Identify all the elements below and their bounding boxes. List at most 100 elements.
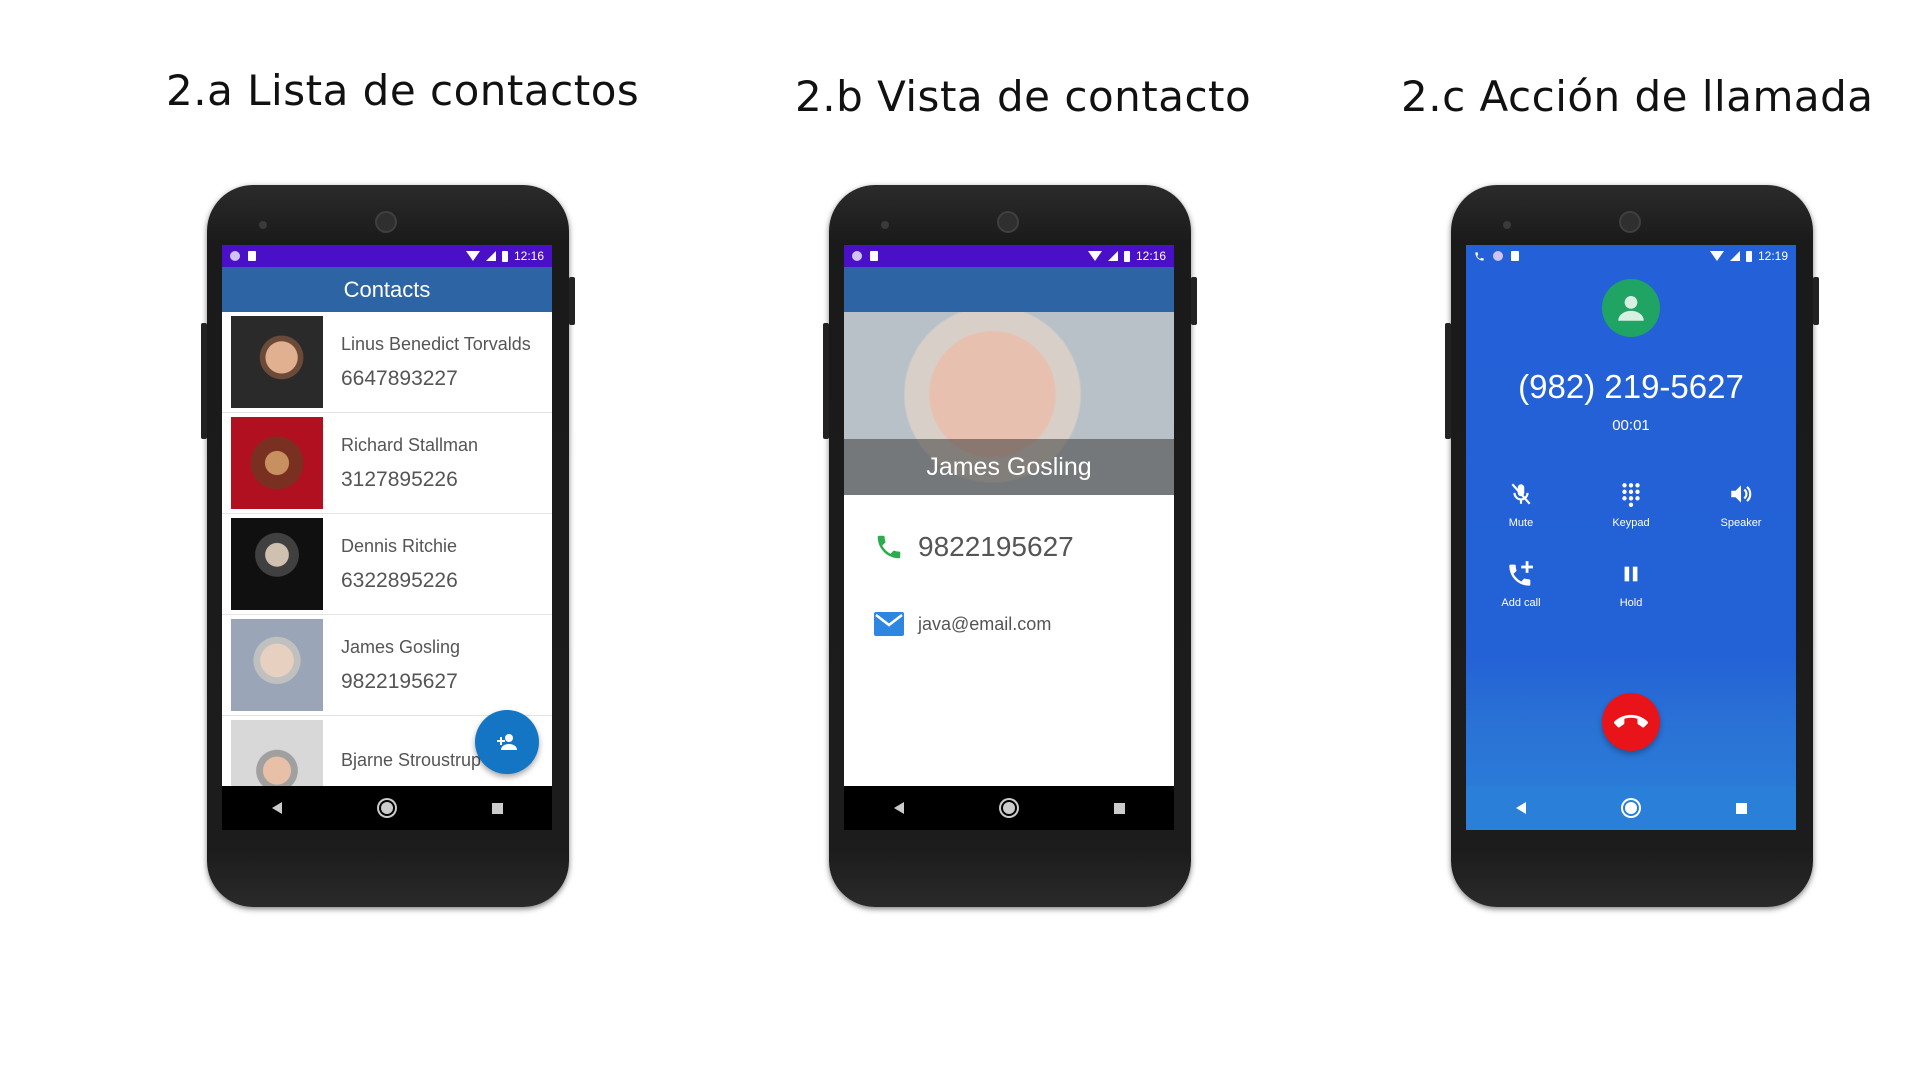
status-time: 12:16 xyxy=(1135,249,1166,263)
add-call-icon xyxy=(1481,555,1561,593)
add-person-icon xyxy=(497,734,517,750)
contact-row[interactable]: Linus Benedict Torvalds 6647893227 xyxy=(222,312,552,413)
screen-contact-view: 12:16 James Gosling 9822195627 java@emai… xyxy=(844,245,1174,830)
phone-icon xyxy=(874,532,904,562)
back-icon[interactable] xyxy=(1515,802,1526,814)
phone-contact-view: 12:16 James Gosling 9822195627 java@emai… xyxy=(823,185,1197,907)
notification-dot-icon xyxy=(1493,251,1503,261)
signal-icon xyxy=(485,251,496,261)
call-status-icon xyxy=(1474,251,1485,262)
phone-contact-list: 12:16 Contacts Linus Benedict Torvalds 6… xyxy=(201,185,575,907)
notification-dot-icon xyxy=(852,251,862,261)
sensor-dot xyxy=(1503,221,1511,229)
add-contact-button[interactable] xyxy=(475,710,539,774)
wifi-icon xyxy=(1087,251,1102,261)
contact-row[interactable]: Dennis Ritchie 6322895226 xyxy=(222,514,552,615)
notification-dot-icon xyxy=(230,251,240,261)
volume-button xyxy=(1445,323,1451,439)
nav-bar xyxy=(1466,786,1796,830)
keypad-label: Keypad xyxy=(1612,517,1650,529)
contact-name: Bjarne Stroustrup xyxy=(341,749,482,770)
front-camera xyxy=(375,211,397,233)
home-icon[interactable] xyxy=(1002,802,1015,814)
contact-name-banner: James Gosling xyxy=(844,439,1174,495)
back-icon[interactable] xyxy=(893,802,904,814)
screen-contact-list: 12:16 Contacts Linus Benedict Torvalds 6… xyxy=(222,245,552,830)
mic-off-icon xyxy=(1481,475,1561,513)
signal-icon xyxy=(1729,251,1740,261)
pause-icon xyxy=(1591,555,1671,593)
hang-up-icon xyxy=(1614,714,1648,728)
wifi-icon xyxy=(465,251,480,261)
front-camera xyxy=(1619,211,1641,233)
mute-button[interactable]: Mute xyxy=(1481,475,1561,529)
sensor-dot xyxy=(259,221,267,229)
contact-row[interactable]: Richard Stallman 3127895226 xyxy=(222,413,552,514)
contact-hero-photo: James Gosling xyxy=(844,312,1174,495)
hold-label: Hold xyxy=(1619,597,1643,609)
front-camera xyxy=(997,211,1019,233)
contact-phone: 6647893227 xyxy=(341,366,458,390)
contact-row[interactable]: James Gosling 9822195627 xyxy=(222,615,552,716)
speaker-label: Speaker xyxy=(1720,517,1762,529)
contact-phone: 3127895226 xyxy=(341,467,458,491)
home-icon[interactable] xyxy=(1624,802,1637,814)
contact-name: Dennis Ritchie xyxy=(341,535,458,556)
app-bar-title: Contacts xyxy=(222,267,552,312)
volume-button xyxy=(823,323,829,439)
add-call-label: Add call xyxy=(1501,597,1541,609)
contact-photo xyxy=(231,417,323,509)
contact-photo xyxy=(231,518,323,610)
contact-name: Linus Benedict Torvalds xyxy=(341,333,531,354)
contact-email: java@email.com xyxy=(918,613,1052,634)
contact-photo xyxy=(231,619,323,711)
screen-call: 12:19 (982) 219-5627 00:01 Mute Keypad S… xyxy=(1466,245,1796,830)
speaker-button[interactable]: Speaker xyxy=(1701,475,1781,529)
phone-call-action: 12:19 (982) 219-5627 00:01 Mute Keypad S… xyxy=(1445,185,1819,907)
sd-card-icon xyxy=(1511,251,1519,261)
mute-label: Mute xyxy=(1508,517,1534,529)
power-button xyxy=(569,277,575,325)
speaker-icon xyxy=(1701,475,1781,513)
email-icon xyxy=(874,612,904,636)
person-icon xyxy=(1618,295,1644,321)
power-button xyxy=(1813,277,1819,325)
recents-icon[interactable] xyxy=(1735,802,1747,814)
back-icon[interactable] xyxy=(271,802,282,814)
call-number: (982) 219-5627 xyxy=(1518,368,1744,405)
contact-name: Richard Stallman xyxy=(341,434,479,455)
contact-phone: 9822195627 xyxy=(341,669,458,693)
status-bar: 12:16 xyxy=(222,245,552,267)
status-time: 12:16 xyxy=(513,249,544,263)
status-time: 12:19 xyxy=(1757,249,1788,263)
home-icon[interactable] xyxy=(380,802,393,814)
contact-phone: 6322895226 xyxy=(341,568,458,592)
status-bar: 12:16 xyxy=(844,245,1174,267)
wifi-icon xyxy=(1709,251,1724,261)
sensor-dot xyxy=(881,221,889,229)
email-detail-row[interactable]: java@email.com xyxy=(844,599,1174,649)
battery-icon xyxy=(1123,250,1130,262)
sd-card-icon xyxy=(248,251,256,261)
recents-icon[interactable] xyxy=(491,802,503,814)
battery-icon xyxy=(1745,250,1752,262)
contact-photo xyxy=(231,316,323,408)
app-bar xyxy=(844,267,1174,312)
contact-name: James Gosling xyxy=(341,636,461,657)
dialpad-icon xyxy=(1591,475,1671,513)
phone-detail-row[interactable]: 9822195627 xyxy=(844,495,1174,599)
end-call-button[interactable] xyxy=(1602,693,1660,751)
add-call-button[interactable]: Add call xyxy=(1481,555,1561,609)
call-timer: 00:01 xyxy=(1612,417,1650,434)
volume-button xyxy=(201,323,207,439)
recents-icon[interactable] xyxy=(1113,802,1125,814)
nav-bar xyxy=(844,786,1174,830)
battery-icon xyxy=(501,250,508,262)
hold-button[interactable]: Hold xyxy=(1591,555,1671,609)
contact-phone-number: 9822195627 xyxy=(918,531,1074,562)
nav-bar xyxy=(222,786,552,830)
keypad-button[interactable]: Keypad xyxy=(1591,475,1671,529)
panel-title-call-action: 2.c Acción de llamada xyxy=(1401,72,1874,121)
power-button xyxy=(1191,277,1197,325)
panel-title-contact-list: 2.a Lista de contactos xyxy=(166,66,640,115)
